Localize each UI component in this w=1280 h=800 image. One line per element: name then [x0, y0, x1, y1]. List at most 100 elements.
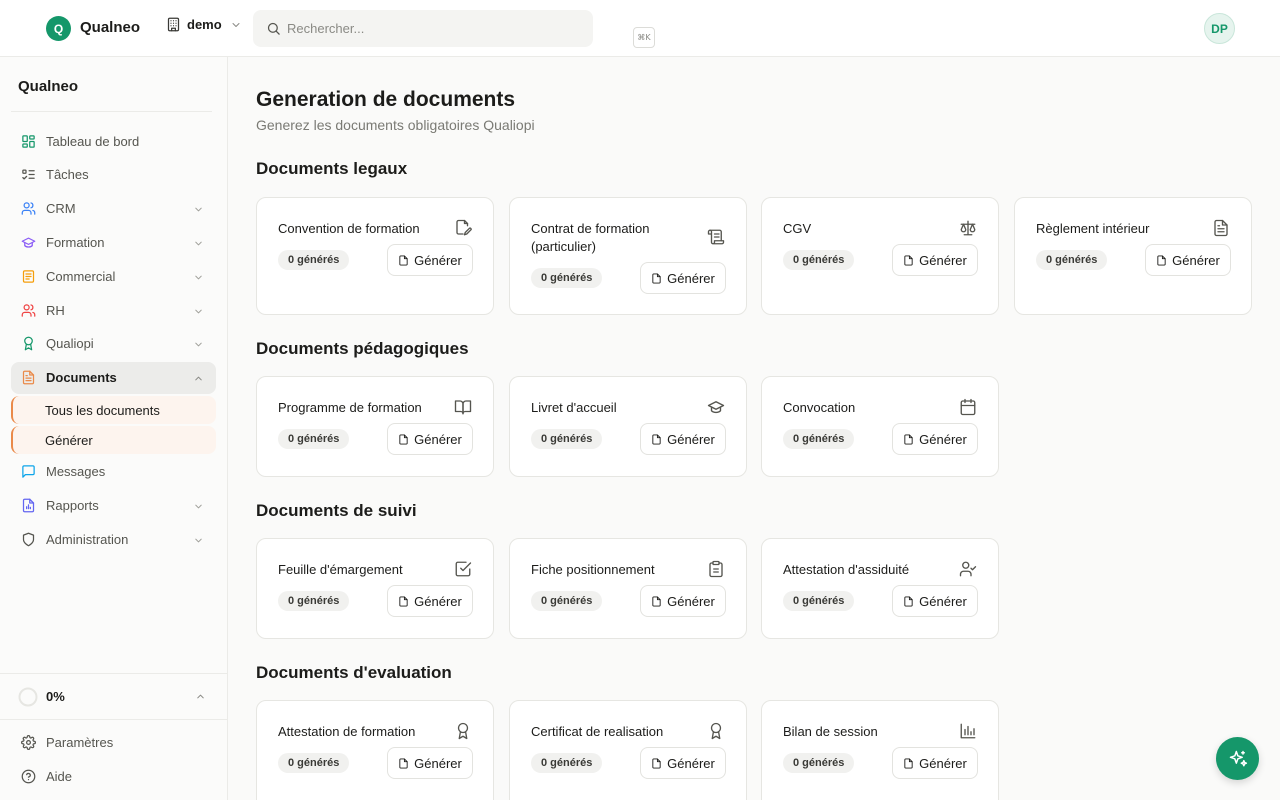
dashboard-icon: [21, 134, 36, 149]
generate-button-label: Générer: [414, 755, 462, 771]
logo[interactable]: Q: [46, 16, 71, 41]
sidebar: Qualneo Tableau de bord Tâches CRM Forma…: [0, 57, 228, 800]
file-icon: [651, 272, 662, 284]
document-icon: [21, 370, 36, 385]
sidebar-item-tableau-de-bord[interactable]: Tableau de bord: [11, 126, 216, 158]
search-bar[interactable]: ⌘K: [253, 10, 655, 48]
sidebar-item-label: RH: [46, 303, 65, 318]
generate-button[interactable]: Générer: [640, 262, 726, 294]
generate-button[interactable]: Générer: [640, 585, 726, 617]
sidebar-item-administration[interactable]: Administration: [11, 524, 216, 556]
card-title: Attestation d'assiduité: [783, 562, 910, 577]
file-text-icon: [1212, 219, 1230, 237]
generate-button[interactable]: Générer: [1145, 244, 1231, 276]
card-title: Règlement intérieur: [1036, 221, 1150, 236]
divider: [11, 111, 212, 112]
generated-count-badge: 0 générés: [783, 250, 855, 270]
generate-button[interactable]: Générer: [387, 747, 473, 779]
search-input[interactable]: [286, 10, 406, 47]
generate-button[interactable]: Générer: [892, 423, 978, 455]
generated-count-badge: 0 générés: [531, 753, 603, 773]
section-title: Documents d'evaluation: [256, 663, 452, 682]
sidebar-item-messages[interactable]: Messages: [11, 456, 216, 488]
generate-button[interactable]: Générer: [387, 244, 473, 276]
generate-button[interactable]: Générer: [892, 585, 978, 617]
section-title: Documents de suivi: [256, 501, 417, 520]
generated-count-badge: 0 générés: [783, 591, 855, 611]
sidebar-item-aide[interactable]: Aide: [11, 761, 216, 793]
brand-name[interactable]: Qualneo: [80, 19, 140, 36]
chevron-down-icon: [193, 535, 204, 546]
generated-count-badge: 0 générés: [783, 753, 855, 773]
graduation-cap-icon: [21, 235, 36, 250]
book-open-icon: [454, 398, 472, 416]
chevron-down-icon: [193, 306, 204, 317]
generate-button-label: Générer: [919, 593, 967, 609]
document-card: Contrat de formation (particulier) 0 gén…: [509, 197, 747, 315]
generate-button[interactable]: Générer: [892, 244, 978, 276]
sidebar-title: Qualneo: [18, 78, 79, 95]
file-icon: [903, 757, 914, 769]
file-icon: [903, 595, 914, 607]
generate-button[interactable]: Générer: [387, 585, 473, 617]
sidebar-item-formation[interactable]: Formation: [11, 227, 216, 259]
workspace-name: demo: [187, 17, 222, 32]
generate-button-label: Générer: [919, 252, 967, 268]
onboarding-progress[interactable]: 0%: [18, 687, 216, 707]
sidebar-item-parametres[interactable]: Paramètres: [11, 727, 216, 759]
gear-icon: [21, 735, 36, 750]
file-icon: [398, 433, 409, 445]
award-icon: [707, 722, 725, 740]
file-icon: [651, 757, 662, 769]
search-icon: [266, 21, 281, 36]
sidebar-item-documents[interactable]: Documents: [11, 362, 216, 394]
document-card: Règlement intérieur 0 générés Générer: [1014, 197, 1252, 315]
main-content: Generation de documents Generez les docu…: [229, 58, 1280, 800]
card-title: Certificat de realisation: [531, 724, 664, 739]
generated-count-badge: 0 générés: [278, 250, 350, 270]
file-icon: [903, 433, 914, 445]
sidebar-item-rapports[interactable]: Rapports: [11, 490, 216, 522]
sidebar-item-label: Commercial: [46, 269, 116, 284]
sidebar-item-label: Administration: [46, 532, 129, 547]
top-bar: Q Qualneo demo ⌘K DP: [0, 0, 1280, 57]
award-icon: [454, 722, 472, 740]
building-icon: [166, 17, 181, 32]
sidebar-item-commercial[interactable]: Commercial: [11, 261, 216, 293]
sidebar-item-label: Rapports: [46, 498, 99, 513]
sidebar-item-label: Formation: [46, 235, 105, 250]
sidebar-item-rh[interactable]: RH: [11, 295, 216, 327]
bar-chart-icon: [959, 722, 977, 740]
card-title: Convention de formation: [278, 221, 420, 236]
generate-button[interactable]: Générer: [387, 423, 473, 455]
generate-button-label: Générer: [414, 593, 462, 609]
generate-button-label: Générer: [667, 593, 715, 609]
generated-count-badge: 0 générés: [278, 429, 350, 449]
avatar[interactable]: DP: [1204, 13, 1235, 44]
ai-assistant-button[interactable]: [1216, 737, 1259, 780]
chevron-up-icon: [193, 373, 204, 384]
sidebar-subitem-tous-les-documents[interactable]: Tous les documents: [11, 396, 216, 424]
sidebar-item-label: Documents: [46, 370, 117, 385]
document-card: Convention de formation 0 générés Génére…: [256, 197, 494, 315]
sidebar-item-taches[interactable]: Tâches: [11, 159, 216, 191]
divider: [0, 719, 228, 720]
sidebar-item-crm[interactable]: CRM: [11, 193, 216, 225]
divider: [0, 673, 228, 674]
generate-button[interactable]: Générer: [640, 423, 726, 455]
help-icon: [21, 769, 36, 784]
generate-button[interactable]: Générer: [640, 747, 726, 779]
generate-button[interactable]: Générer: [892, 747, 978, 779]
sidebar-subitem-generer[interactable]: Générer: [11, 426, 216, 454]
sidebar-item-label: Qualiopi: [46, 336, 94, 351]
sidebar-item-label: Paramètres: [46, 735, 114, 750]
progress-ring-icon: [18, 687, 38, 707]
chevron-up-icon: [195, 691, 206, 702]
sidebar-item-qualiopi[interactable]: Qualiopi: [11, 328, 216, 360]
workspace-switcher[interactable]: demo: [166, 17, 242, 32]
card-title: Programme de formation: [278, 400, 422, 415]
checkbox-icon: [454, 560, 472, 578]
chevron-down-icon: [193, 339, 204, 350]
card-title: Attestation de formation: [278, 724, 416, 739]
sparkles-icon: [1228, 749, 1248, 769]
